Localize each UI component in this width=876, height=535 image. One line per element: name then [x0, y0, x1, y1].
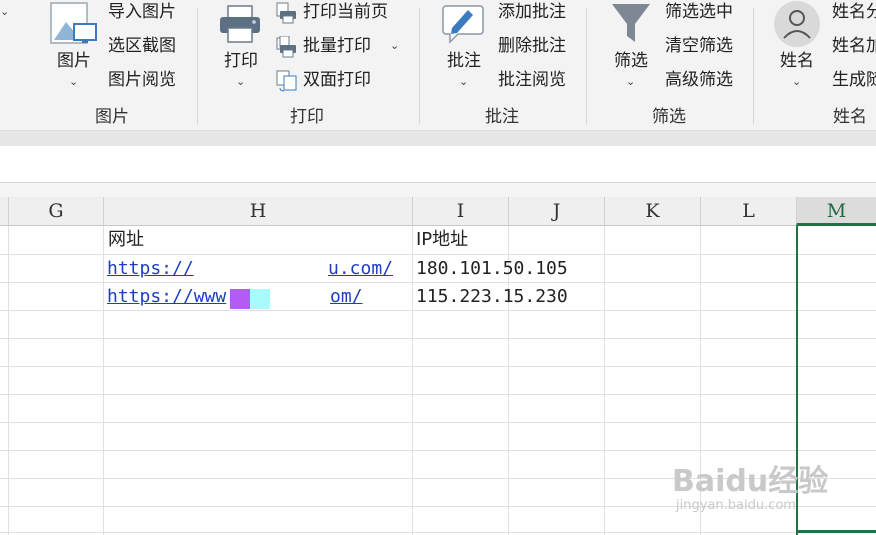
grid-line: [604, 226, 605, 535]
group-divider: [419, 8, 420, 124]
name-generate-button[interactable]: 生成随: [832, 70, 876, 90]
column-header-j[interactable]: J: [508, 197, 604, 226]
print-button[interactable]: 打印: [224, 51, 258, 71]
redaction-block: [250, 289, 270, 309]
filter-selected-button[interactable]: 筛选选中: [665, 2, 733, 22]
collapse-caret-icon[interactable]: ⌄: [0, 6, 9, 18]
filter-dropdown-caret-icon[interactable]: ⌄: [626, 76, 635, 88]
picture-group-label: 图片: [95, 107, 129, 127]
selected-column-bottom: [796, 530, 876, 533]
ip-cell[interactable]: 180.101.50.105: [416, 255, 568, 283]
url-cell-end[interactable]: u.com/: [328, 255, 393, 283]
grid-line: [0, 394, 876, 395]
advanced-filter-button[interactable]: 高级筛选: [665, 70, 733, 90]
comment-icon: [440, 0, 486, 46]
ribbon-bottom-band: [0, 130, 876, 146]
printer-icon: [218, 4, 262, 44]
name-group-label: 姓名: [833, 107, 867, 127]
import-picture-button[interactable]: 导入图片: [108, 2, 176, 22]
print-current-page-icon: [276, 2, 298, 24]
url-header-cell[interactable]: 网址: [108, 226, 144, 254]
person-avatar-icon: [773, 0, 821, 48]
comment-dropdown-caret-icon[interactable]: ⌄: [459, 76, 468, 88]
add-comment-button[interactable]: 添加批注: [498, 2, 566, 22]
comment-preview-button[interactable]: 批注阅览: [498, 70, 566, 90]
formula-bar[interactable]: [0, 146, 876, 183]
baidu-watermark-url: jingyan.baidu.com: [676, 498, 796, 513]
print-dropdown-caret-icon[interactable]: ⌄: [236, 76, 245, 88]
column-header-m[interactable]: M: [796, 197, 876, 226]
url-cell-start[interactable]: https://www: [107, 283, 226, 311]
grid-line: [103, 226, 104, 535]
print-current-page-button[interactable]: 打印当前页: [303, 2, 388, 22]
name-button[interactable]: 姓名: [780, 51, 814, 71]
url-cell-start[interactable]: https://: [107, 255, 194, 283]
filter-group-label: 筛选: [652, 107, 686, 127]
picture-preview-button[interactable]: 图片阅览: [108, 70, 176, 90]
url-cell-end[interactable]: om/: [330, 283, 363, 311]
batch-print-icon: [276, 35, 298, 58]
group-divider: [586, 8, 587, 124]
redaction-block: [230, 289, 250, 309]
picture-dropdown-caret-icon[interactable]: ⌄: [69, 76, 78, 88]
name-split-button[interactable]: 姓名分: [832, 2, 876, 22]
sheet-top-strip: [0, 183, 876, 197]
grid-line: [8, 226, 9, 535]
group-divider: [197, 8, 198, 124]
name-add-button[interactable]: 姓名加: [832, 36, 876, 56]
ip-header-cell[interactable]: IP地址: [416, 226, 468, 254]
batch-print-caret-icon[interactable]: ⌄: [390, 40, 399, 52]
print-group-label: 打印: [290, 107, 324, 127]
comment-button[interactable]: 批注: [447, 51, 481, 71]
column-header-h[interactable]: H: [103, 197, 412, 226]
comment-group-label: 批注: [485, 107, 519, 127]
column-header-i[interactable]: I: [412, 197, 508, 226]
baidu-watermark: Baidu经验: [672, 464, 829, 499]
grid-line: [0, 450, 876, 451]
batch-print-button[interactable]: 批量打印: [303, 36, 371, 56]
name-dropdown-caret-icon[interactable]: ⌄: [792, 76, 801, 88]
column-header-l[interactable]: L: [700, 197, 796, 226]
clear-filter-button[interactable]: 清空筛选: [665, 36, 733, 56]
filter-button[interactable]: 筛选: [614, 51, 648, 71]
picture-icon: [50, 2, 98, 48]
grid-line: [412, 226, 413, 535]
ip-cell[interactable]: 115.223.15.230: [416, 283, 568, 311]
column-header-k[interactable]: K: [604, 197, 700, 226]
ribbon: ⌄ 图片 ⌄ 导入图片 选区截图 图片阅览 图片 打印 ⌄ 打印当前页 批量打印…: [0, 0, 876, 130]
sheet-grid[interactable]: 网址 IP地址 https:// u.com/ 180.101.50.105 h…: [0, 226, 876, 535]
group-divider: [753, 8, 754, 124]
filter-funnel-icon: [610, 2, 652, 46]
grid-line: [0, 532, 876, 533]
duplex-print-icon: [276, 70, 298, 92]
grid-line: [0, 422, 876, 423]
duplex-print-button[interactable]: 双面打印: [303, 70, 371, 90]
delete-comment-button[interactable]: 删除批注: [498, 36, 566, 56]
grid-line: [0, 366, 876, 367]
screenshot-region-button[interactable]: 选区截图: [108, 36, 176, 56]
picture-button[interactable]: 图片: [57, 51, 91, 71]
column-header-g[interactable]: G: [8, 197, 103, 226]
grid-line: [0, 338, 876, 339]
column-header-row: G H I J K L M: [0, 197, 876, 226]
